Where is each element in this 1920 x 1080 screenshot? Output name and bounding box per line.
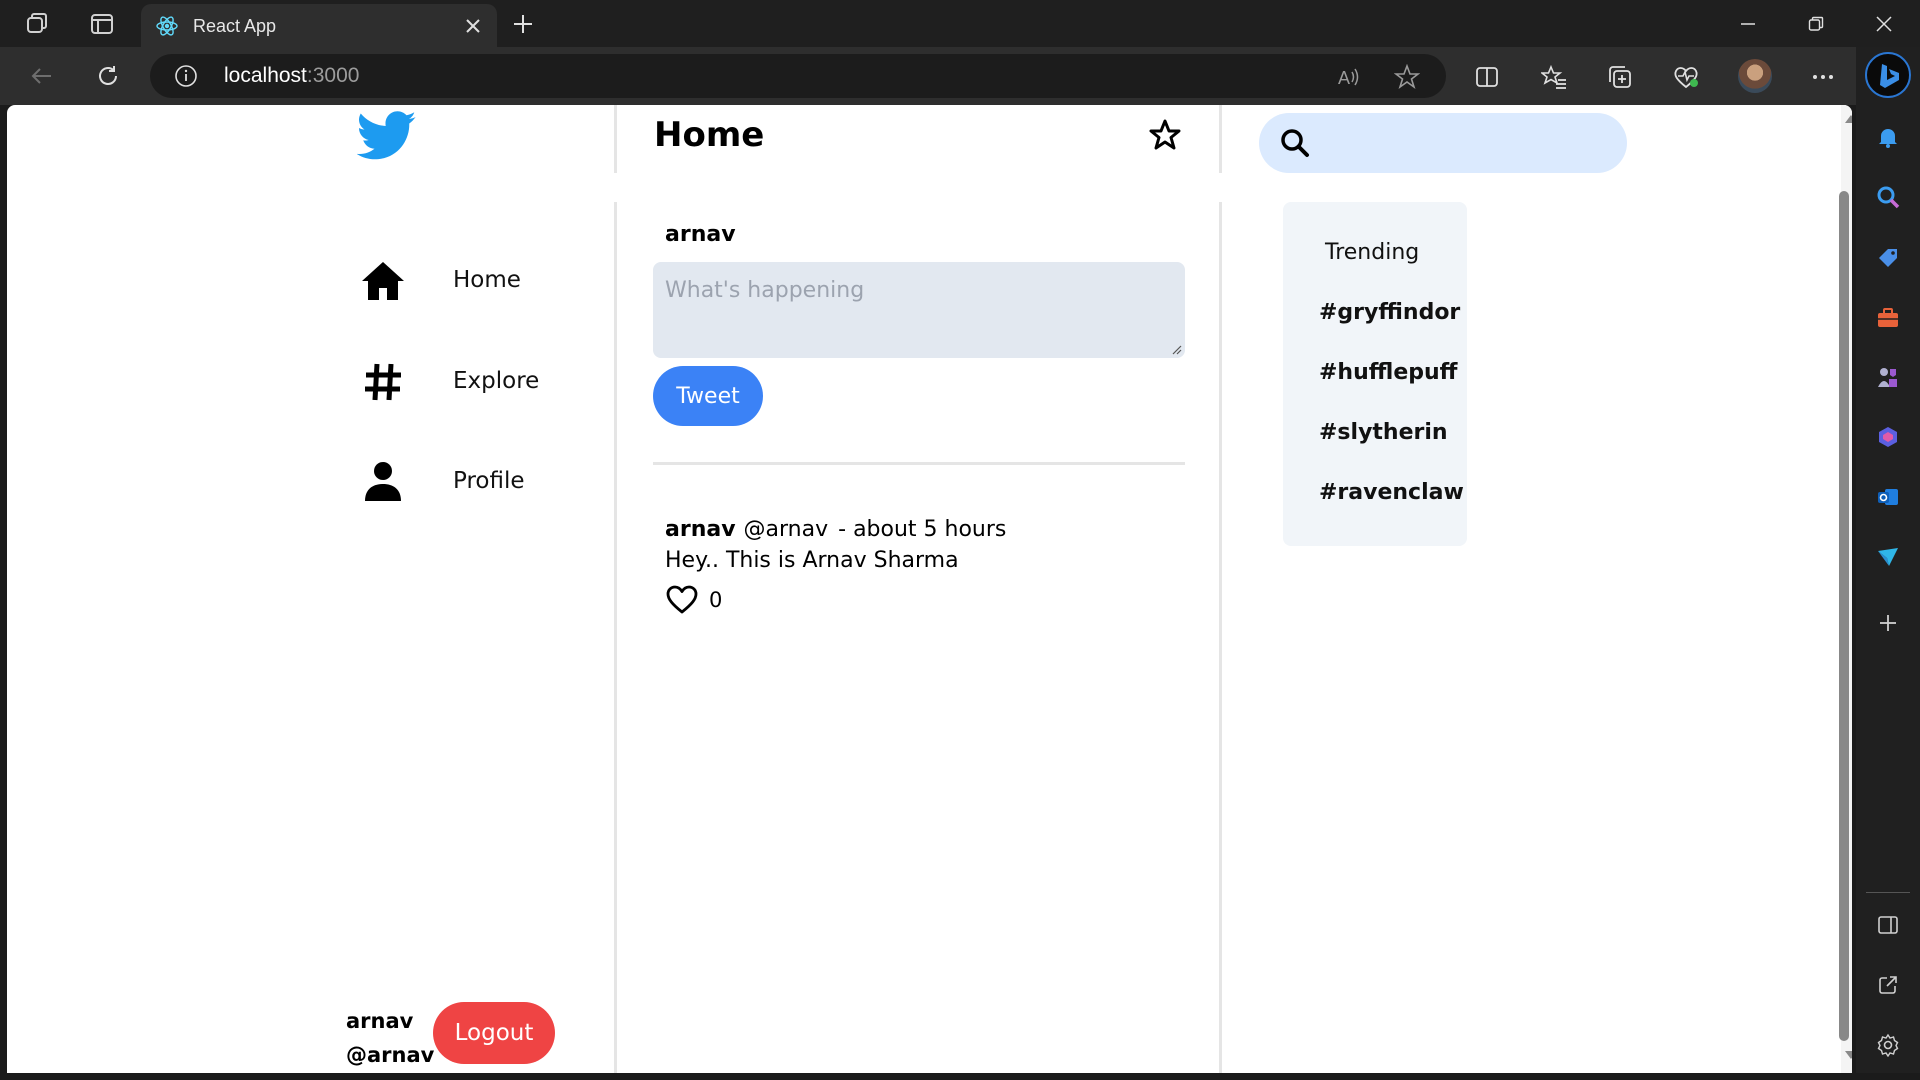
url-port: :3000 (306, 64, 360, 87)
trend-item[interactable]: #hufflepuff (1319, 360, 1457, 385)
nav-label-explore: Explore (453, 368, 540, 394)
split-screen-icon[interactable] (1472, 62, 1502, 92)
more-options-icon[interactable] (1808, 62, 1838, 92)
search-input[interactable] (1319, 123, 1609, 163)
trending-panel: Trending #gryffindor #hufflepuff #slythe… (1283, 202, 1467, 546)
tweet-button[interactable]: Tweet (653, 366, 763, 426)
column-divider-right (1219, 202, 1222, 1073)
page-viewport: Home Explore Profile arnav @arnav Logout… (7, 105, 1852, 1073)
tab-actions-icon[interactable] (82, 8, 122, 40)
scroll-down-arrow-icon[interactable] (1845, 1051, 1852, 1059)
current-user-name: arnav (346, 1009, 414, 1033)
address-bar[interactable]: localhost:3000 A (150, 54, 1446, 98)
new-tab-button[interactable] (506, 8, 540, 40)
outlook-icon[interactable] (1873, 482, 1903, 512)
scrollbar-thumb[interactable] (1839, 191, 1849, 1041)
page-title: Home (654, 115, 765, 155)
window-bottom-edge (0, 1073, 1920, 1080)
twitter-bird-logo-icon[interactable] (357, 110, 417, 162)
trending-title: Trending (1325, 240, 1420, 265)
close-window-button[interactable] (1850, 0, 1918, 47)
header-divider-right (1219, 105, 1222, 173)
tweet-text: Hey.. This is Arnav Sharma (665, 548, 959, 573)
copilot-icon[interactable] (1865, 52, 1911, 98)
svg-text:A: A (1338, 68, 1350, 88)
nav-item-home[interactable]: Home (359, 253, 521, 309)
like-count: 0 (709, 588, 723, 612)
minimize-window-button[interactable] (1714, 0, 1782, 47)
browser-toolbar: localhost:3000 A (0, 47, 1920, 105)
header-divider-left (614, 105, 617, 173)
sidebar-divider (1866, 892, 1910, 893)
hide-sidebar-icon[interactable] (1873, 910, 1903, 940)
site-info-icon[interactable] (174, 64, 198, 88)
nav-item-profile[interactable]: Profile (359, 454, 525, 510)
sidebar-search-icon[interactable] (1873, 182, 1903, 212)
open-external-icon[interactable] (1873, 970, 1903, 1000)
settings-gear-icon[interactable] (1873, 1030, 1903, 1060)
heart-like-icon[interactable] (665, 583, 699, 617)
tweet-compose-input[interactable] (653, 262, 1185, 358)
feed-divider (653, 462, 1185, 465)
current-user-handle: @arnav (346, 1043, 435, 1067)
trend-item[interactable]: #gryffindor (1319, 300, 1460, 325)
browser-tab-active[interactable]: React App (141, 4, 497, 47)
current-user-info: arnav @arnav (346, 1005, 434, 1073)
tweet-author-name[interactable]: arnav (665, 517, 736, 542)
shopping-tag-icon[interactable] (1873, 243, 1903, 273)
tweet-timestamp: - about 5 hours (838, 517, 1007, 542)
person-icon (359, 458, 407, 506)
microsoft-365-icon[interactable] (1873, 422, 1903, 452)
nav-label-home: Home (453, 267, 521, 293)
refresh-icon[interactable] (90, 58, 126, 94)
tools-briefcase-icon[interactable] (1873, 303, 1903, 333)
favorites-icon[interactable] (1539, 62, 1569, 92)
tab-title: React App (193, 16, 277, 36)
search-icon (1281, 129, 1309, 157)
resize-grip-icon[interactable] (1170, 343, 1182, 355)
browser-tab-bar: React App (0, 0, 1920, 47)
trend-item[interactable]: #ravenclaw (1319, 480, 1464, 505)
restore-window-button[interactable] (1782, 0, 1850, 47)
tweet-card: arnav @arnav - about 5 hours Hey.. This is… (665, 517, 1185, 617)
home-icon (359, 257, 407, 305)
notifications-bell-icon[interactable] (1873, 122, 1903, 152)
read-aloud-icon[interactable]: A (1336, 64, 1362, 90)
nav-item-explore[interactable]: Explore (359, 354, 539, 410)
close-tab-icon[interactable] (463, 16, 483, 36)
collections-icon[interactable] (1605, 62, 1635, 92)
url-text: localhost:3000 (224, 64, 359, 88)
url-host: localhost (224, 64, 307, 87)
column-divider-left (614, 202, 617, 1073)
react-favicon-icon (156, 16, 178, 36)
scroll-up-arrow-icon[interactable] (1845, 115, 1852, 123)
favorite-star-icon[interactable] (1394, 64, 1420, 90)
browser-essentials-icon[interactable] (1671, 62, 1701, 92)
games-icon[interactable] (1873, 362, 1903, 392)
hashtag-icon (359, 358, 407, 406)
trend-item[interactable]: #slytherin (1319, 420, 1448, 445)
tweet-actions: 0 (665, 583, 1185, 617)
composer-username: arnav (665, 222, 736, 247)
tweet-author-handle: @arnav (743, 517, 829, 542)
logout-button[interactable]: Logout (433, 1002, 555, 1064)
search-box[interactable] (1259, 113, 1627, 173)
back-icon[interactable] (24, 58, 60, 94)
workspaces-icon[interactable] (18, 8, 58, 40)
send-icon[interactable] (1873, 542, 1903, 572)
nav-label-profile: Profile (453, 468, 525, 494)
sparkle-star-icon[interactable] (1147, 117, 1183, 153)
profile-avatar[interactable] (1738, 59, 1772, 93)
tweet-meta: arnav @arnav - about 5 hours (665, 517, 1185, 542)
add-sidebar-app-icon[interactable] (1873, 608, 1903, 638)
